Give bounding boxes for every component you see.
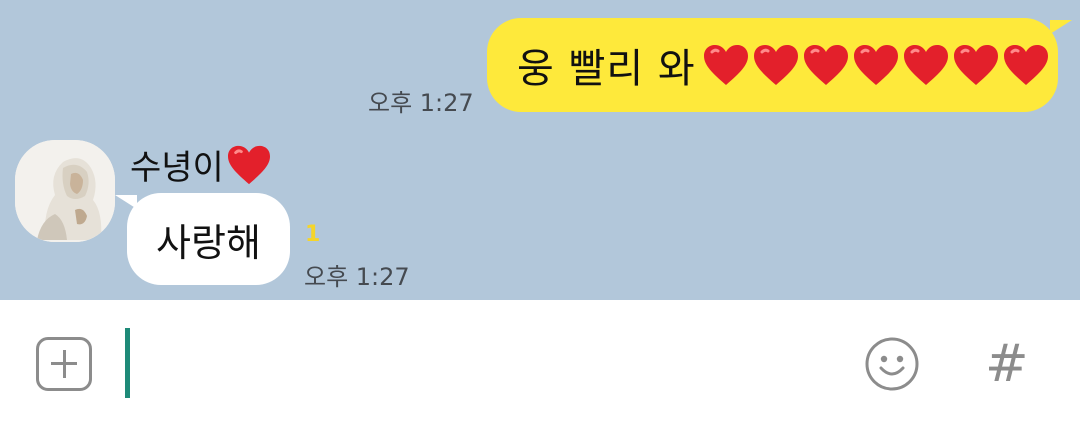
hashtag-search-button[interactable]: # <box>985 334 1029 394</box>
sender-name: 수녕이 <box>130 140 274 189</box>
heart-icon <box>953 45 998 85</box>
outgoing-message-bubble[interactable]: 웅 빨리 와 <box>487 18 1072 112</box>
heart-icon <box>803 45 848 85</box>
input-bar: # <box>0 300 1080 427</box>
sender-name-text: 수녕이 <box>130 148 224 188</box>
avatar[interactable] <box>15 140 115 242</box>
outgoing-message-words: 웅 빨리 와 <box>517 46 696 92</box>
incoming-message-bubble[interactable]: 사랑해 <box>115 193 290 285</box>
text-cursor <box>125 328 130 398</box>
heart-icon <box>903 45 948 85</box>
bubble-tail <box>1050 20 1072 34</box>
heart-emoji-group <box>702 43 1052 87</box>
heart-icon <box>227 145 270 184</box>
message-input[interactable] <box>125 328 825 398</box>
avatar-photo <box>15 140 115 242</box>
bubble-tail <box>115 195 137 209</box>
incoming-message-text: 사랑해 <box>156 220 261 265</box>
heart-icon <box>853 45 898 85</box>
outgoing-message-time: 오후 1:27 <box>368 89 474 117</box>
outgoing-message-text: 웅 빨리 와 <box>517 36 1052 94</box>
heart-icon <box>753 45 798 85</box>
attach-button[interactable] <box>36 337 92 391</box>
heart-icon <box>1003 45 1048 85</box>
smiley-icon <box>865 337 919 391</box>
hashtag-icon: # <box>985 334 1029 394</box>
unread-count: 1 <box>305 222 321 247</box>
incoming-message-time: 오후 1:27 <box>304 263 410 291</box>
heart-icon <box>703 45 748 85</box>
emoji-button[interactable] <box>864 336 920 392</box>
chat-area: 오후 1:27 웅 빨리 와 수녕이 사랑해 1 오후 1:27 <box>0 0 1080 300</box>
